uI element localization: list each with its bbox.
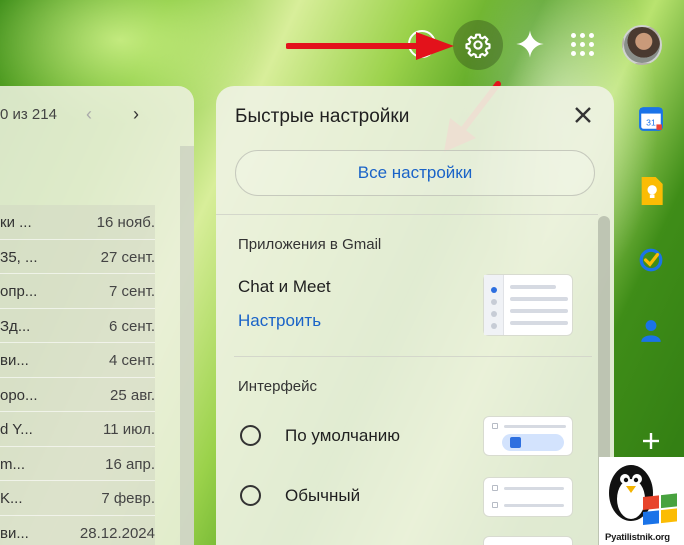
all-settings-button[interactable]: Все настройки (235, 150, 595, 196)
chat-meet-label: Chat и Meet (238, 277, 331, 296)
interface-section-title: Интерфейс (238, 378, 318, 395)
watermark-logo: Pyatilistnik.org (599, 457, 684, 545)
divider (216, 214, 598, 215)
svg-text:31: 31 (646, 118, 656, 128)
apps-grid-icon[interactable] (568, 30, 596, 58)
mail-list-scrollbar[interactable] (180, 146, 194, 545)
mail-row[interactable]: ки ... 16 нояб. (0, 205, 155, 240)
calendar-icon[interactable]: 31 (636, 104, 666, 134)
chevron-left-icon[interactable]: ‹ (86, 104, 92, 125)
settings-button[interactable] (453, 20, 503, 70)
annotation-arrow-to-gear (286, 32, 454, 60)
penguin-windows-logo (609, 465, 677, 525)
chevron-right-icon[interactable]: › (133, 104, 139, 125)
quick-settings-panel: Быстрые настройки Все настройки Приложен… (216, 86, 614, 545)
mail-row[interactable]: ви... 4 сент. (0, 343, 155, 378)
mail-row[interactable]: K... 7 февр. (0, 481, 155, 516)
mail-row[interactable]: m... 16 апр. (0, 446, 155, 481)
contacts-icon[interactable] (636, 316, 666, 346)
keep-icon[interactable] (636, 176, 666, 206)
watermark-text: Pyatilistnik.org (605, 532, 670, 543)
density-default-label: По умолчанию (285, 425, 400, 445)
quick-settings-title: Быстрые настройки (235, 106, 410, 127)
configure-link[interactable]: Настроить (238, 311, 321, 331)
mail-row[interactable]: оро... 25 авг. (0, 377, 155, 412)
mail-row[interactable]: Зд... 6 сент. (0, 308, 155, 343)
tasks-icon[interactable] (636, 245, 666, 275)
density-comfortable-preview (483, 477, 573, 517)
density-compact-preview (483, 536, 573, 545)
mail-rows: ки ... 16 нояб. 35, ... 27 сент. опр... 7 с… (0, 205, 155, 545)
apps-section-title: Приложения в Gmail (238, 236, 382, 253)
density-comfortable-option[interactable]: Обычный (240, 485, 360, 506)
gemini-sparkle-icon[interactable] (514, 28, 546, 60)
mail-row[interactable]: опр... 7 сент. (0, 274, 155, 309)
all-settings-label: Все настройки (357, 163, 473, 182)
density-comfortable-label: Обычный (285, 485, 361, 505)
radio-comfortable[interactable] (240, 485, 261, 506)
close-icon[interactable] (572, 104, 594, 126)
radio-default[interactable] (240, 425, 261, 446)
gear-icon (465, 33, 491, 58)
mail-row[interactable]: d Y... 11 июл. (0, 412, 155, 447)
add-addon-icon[interactable] (636, 426, 666, 456)
mail-row[interactable]: 35, ... 27 сент. (0, 239, 155, 274)
chat-meet-preview (483, 274, 573, 336)
density-default-preview (483, 416, 573, 456)
density-default-option[interactable]: По умолчанию (240, 425, 400, 446)
divider (234, 356, 592, 357)
account-avatar[interactable] (622, 25, 662, 65)
pager-count: 0 из 214 (0, 106, 57, 123)
mail-list-panel: 0 из 214 ‹ › ки ... 16 нояб. 35, ... 27 се… (0, 86, 194, 545)
mail-row[interactable]: ви... 28.12.2024 (0, 515, 155, 545)
